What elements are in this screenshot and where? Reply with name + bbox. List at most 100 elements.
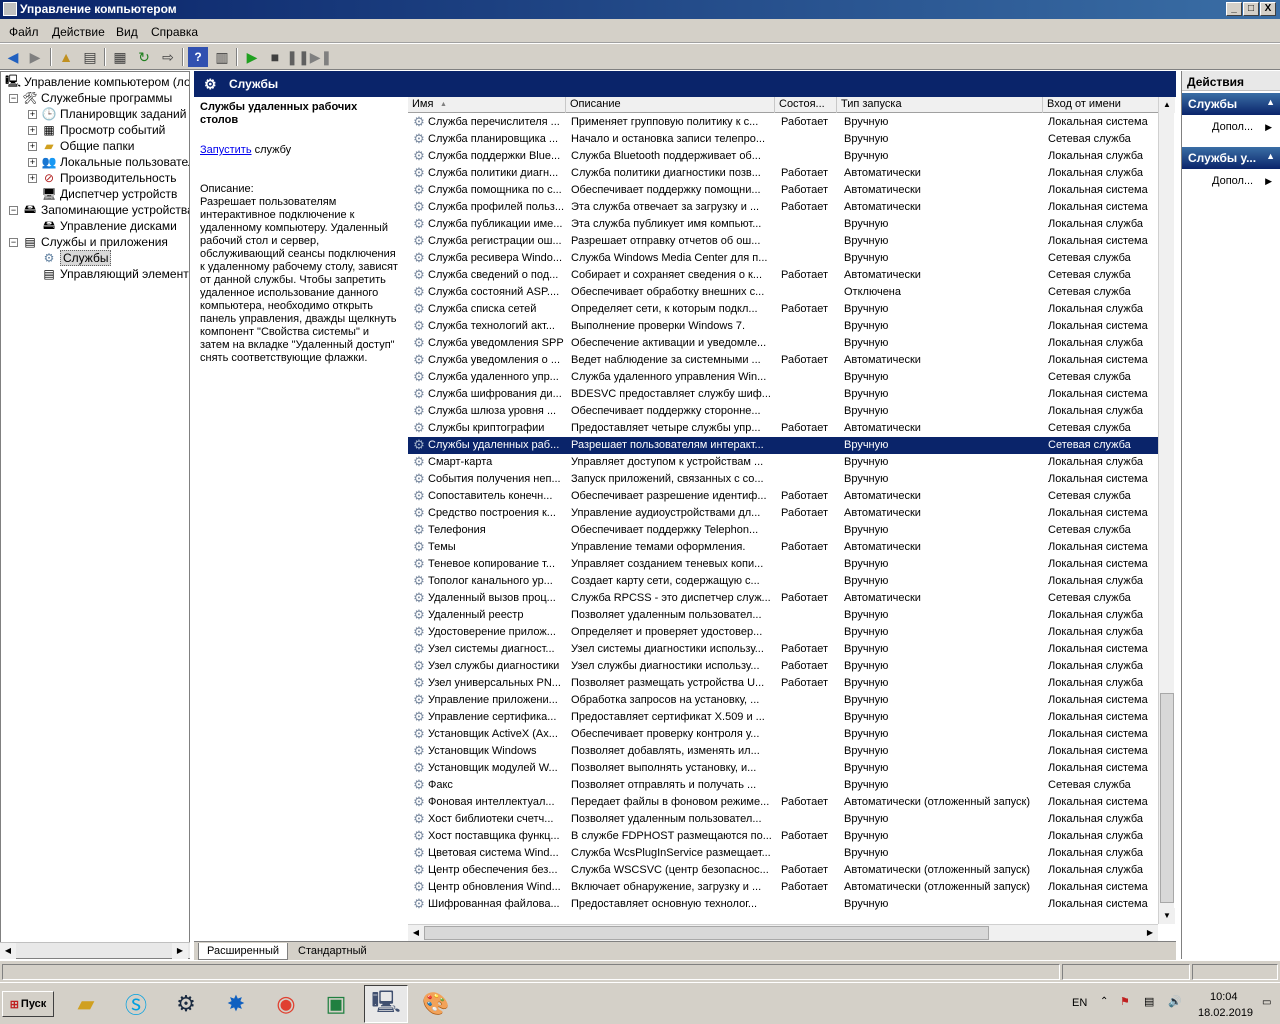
- tree-item-disk-management[interactable]: 🖴 Управление дисками: [41, 218, 177, 234]
- clock-date[interactable]: 18.02.2019: [1198, 1007, 1253, 1019]
- menu-action[interactable]: Действие: [52, 25, 105, 39]
- table-row[interactable]: ⚙ Удостоверение прилож... Определяет и про…: [408, 624, 1159, 641]
- scroll-right-icon[interactable]: ▶: [172, 943, 188, 959]
- scroll-right-icon[interactable]: ▶: [1142, 925, 1158, 941]
- tree-item-shared-folders[interactable]: + ▰ Общие папки: [28, 138, 134, 154]
- tree-item-storage[interactable]: − 🖴 Запоминающие устройства: [9, 202, 189, 218]
- table-row[interactable]: ⚙ Удаленный вызов проц... Служба RPCSS - э…: [408, 590, 1159, 607]
- table-row[interactable]: ⚙ Службы удаленных раб... Разрешает пользо…: [408, 437, 1159, 454]
- tree-item-performance[interactable]: + ⊘ Производительность: [28, 170, 176, 186]
- action-pane-icon[interactable]: ▥: [212, 47, 232, 67]
- chrome-icon[interactable]: ◉: [264, 985, 308, 1023]
- tree-horizontal-scrollbar[interactable]: ◀ ▶: [0, 942, 190, 959]
- minimize-button[interactable]: _: [1226, 2, 1242, 16]
- tree-item-device-manager[interactable]: 🖥 Диспетчер устройств: [41, 186, 177, 202]
- vertical-scrollbar[interactable]: ▲ ▼: [1158, 97, 1175, 924]
- tree-item-system-tools[interactable]: − 🛠 Служебные программы: [9, 90, 172, 106]
- expand-icon[interactable]: +: [28, 109, 37, 119]
- tree-item-event-viewer[interactable]: + ▦ Просмотр событий: [28, 122, 165, 138]
- refresh-icon[interactable]: ↻: [134, 47, 154, 67]
- actions-section-services[interactable]: Службы ▲: [1182, 93, 1280, 115]
- tree-item-services[interactable]: ⚙ Службы: [41, 250, 112, 266]
- tab-extended[interactable]: Расширенный: [198, 943, 288, 960]
- table-row[interactable]: ⚙ Служба политики диагн... Служба политики…: [408, 165, 1159, 182]
- table-row[interactable]: ⚙ Узел системы диагност... Узел системы ди…: [408, 641, 1159, 658]
- vertical-scroll-thumb[interactable]: [1160, 693, 1174, 903]
- show-hidden-icons-icon[interactable]: ⌃: [1100, 996, 1108, 1007]
- table-row[interactable]: ⚙ Центр обновления Wind... Включает обнару…: [408, 879, 1159, 896]
- table-row[interactable]: ⚙ Средство построения к... Управление ауди…: [408, 505, 1159, 522]
- table-row[interactable]: ⚙ Факс Позволяет отправлять и получать ...…: [408, 777, 1159, 794]
- scroll-down-icon[interactable]: ▼: [1159, 908, 1175, 924]
- tree-item-local-users[interactable]: + 👥 Локальные пользовател: [28, 154, 189, 170]
- table-row[interactable]: ⚙ Служба поддержки Blue... Служба Bluetoot…: [408, 148, 1159, 165]
- collapse-icon[interactable]: −: [9, 205, 18, 215]
- start-service-link[interactable]: Запустить: [200, 144, 252, 156]
- expand-icon[interactable]: +: [28, 173, 37, 183]
- export-list-icon[interactable]: ⇨: [158, 47, 178, 67]
- table-row[interactable]: ⚙ Служба публикации име... Эта служба публ…: [408, 216, 1159, 233]
- table-row[interactable]: ⚙ Узел службы диагностики Узел службы диаг…: [408, 658, 1159, 675]
- table-row[interactable]: ⚙ Хост библиотеки счетч... Позволяет удале…: [408, 811, 1159, 828]
- computer-management-taskbar-icon[interactable]: 🖳: [364, 985, 408, 1023]
- table-row[interactable]: ⚙ Узел универсальных PN... Позволяет разме…: [408, 675, 1159, 692]
- steam-icon[interactable]: ⚙: [164, 985, 208, 1023]
- scroll-left-icon[interactable]: ◀: [0, 943, 16, 959]
- table-row[interactable]: ⚙ Служба помощника по с... Обеспечивает по…: [408, 182, 1159, 199]
- tab-standard[interactable]: Стандартный: [290, 943, 375, 960]
- volume-icon[interactable]: 🔊: [1168, 995, 1182, 1008]
- table-row[interactable]: ⚙ Установщик модулей W... Позволяет выполн…: [408, 760, 1159, 777]
- table-row[interactable]: ⚙ Служба шлюза уровня ... Обеспечивает под…: [408, 403, 1159, 420]
- collapse-up-icon[interactable]: ▲: [1266, 97, 1275, 107]
- collapse-up-icon[interactable]: ▲: [1266, 151, 1275, 161]
- help-icon[interactable]: ?: [188, 47, 208, 67]
- up-folder-icon[interactable]: ▲: [56, 47, 76, 67]
- tree-item-wmi-control[interactable]: ▤ Управляющий элемент W: [41, 266, 189, 282]
- table-row[interactable]: ⚙ Хост поставщика функц... В службе FDPHOS…: [408, 828, 1159, 845]
- menu-file[interactable]: Файл: [9, 25, 39, 39]
- start-button[interactable]: ⊞ Пуск: [2, 991, 54, 1017]
- table-row[interactable]: ⚙ Фоновая интеллектуал... Передает файлы в…: [408, 794, 1159, 811]
- scroll-left-icon[interactable]: ◀: [408, 925, 424, 941]
- menu-view[interactable]: Вид: [116, 25, 138, 39]
- paint-icon[interactable]: 🎨: [414, 985, 458, 1023]
- menu-help[interactable]: Справка: [151, 25, 198, 39]
- table-row[interactable]: ⚙ Центр обеспечения без... Служба WSCSVC (…: [408, 862, 1159, 879]
- show-tree-icon[interactable]: ▤: [80, 47, 100, 67]
- table-row[interactable]: ⚙ Управление сертифика... Предоставляет се…: [408, 709, 1159, 726]
- clock-time[interactable]: 10:04: [1210, 991, 1238, 1003]
- column-log-on-as[interactable]: Вход от имени: [1043, 97, 1174, 113]
- table-row[interactable]: ⚙ Служба профилей польз... Эта служба отве…: [408, 199, 1159, 216]
- network-icon[interactable]: ▤: [1144, 995, 1154, 1008]
- column-startup-type[interactable]: Тип запуска: [837, 97, 1043, 113]
- monitor-app-icon[interactable]: ▣: [314, 985, 358, 1023]
- table-row[interactable]: ⚙ Служба планировщика ... Начало и останов…: [408, 131, 1159, 148]
- table-row[interactable]: ⚙ Теневое копирование т... Управляет созда…: [408, 556, 1159, 573]
- table-row[interactable]: ⚙ Служба списка сетей Определяет сети, к к…: [408, 301, 1159, 318]
- table-row[interactable]: ⚙ Удаленный реестр Позволяет удаленным пол…: [408, 607, 1159, 624]
- collapse-icon[interactable]: −: [9, 237, 18, 247]
- column-name[interactable]: Имя ▲: [408, 97, 566, 113]
- forward-icon[interactable]: ▶: [25, 47, 45, 67]
- tree-item-task-scheduler[interactable]: + 🕒 Планировщик заданий: [28, 106, 186, 122]
- tree-root[interactable]: 🖳 Управление компьютером (лока: [5, 74, 189, 90]
- explorer-icon[interactable]: ▰: [64, 985, 108, 1023]
- table-row[interactable]: ⚙ Управление приложени... Обработка запрос…: [408, 692, 1159, 709]
- restart-service-icon[interactable]: ▶❚: [310, 47, 333, 67]
- column-status[interactable]: Состоя...: [775, 97, 837, 113]
- table-row[interactable]: ⚙ Служба уведомления о ... Ведет наблюдени…: [408, 352, 1159, 369]
- start-service-icon[interactable]: ▶: [242, 47, 262, 67]
- actions-section-selected[interactable]: Службы у... ▲: [1182, 147, 1280, 169]
- table-row[interactable]: ⚙ Цветовая система Wind... Служба WcsPlugI…: [408, 845, 1159, 862]
- pause-service-icon[interactable]: ❚❚: [286, 47, 309, 67]
- table-row[interactable]: ⚙ Служба состояний ASP.... Обеспечивает об…: [408, 284, 1159, 301]
- table-row[interactable]: ⚙ Установщик Windows Позволяет добавлять, …: [408, 743, 1159, 760]
- show-desktop-icon[interactable]: ▭: [1262, 997, 1271, 1008]
- table-row[interactable]: ⚙ Служба сведений о под... Собирает и сохр…: [408, 267, 1159, 284]
- expand-icon[interactable]: +: [28, 141, 37, 151]
- table-row[interactable]: ⚙ Служба технологий акт... Выполнение пров…: [408, 318, 1159, 335]
- scroll-up-icon[interactable]: ▲: [1159, 97, 1175, 113]
- language-indicator[interactable]: EN: [1072, 997, 1087, 1009]
- table-row[interactable]: ⚙ Служба перечислителя ... Применяет групп…: [408, 114, 1159, 131]
- back-icon[interactable]: ◀: [3, 47, 23, 67]
